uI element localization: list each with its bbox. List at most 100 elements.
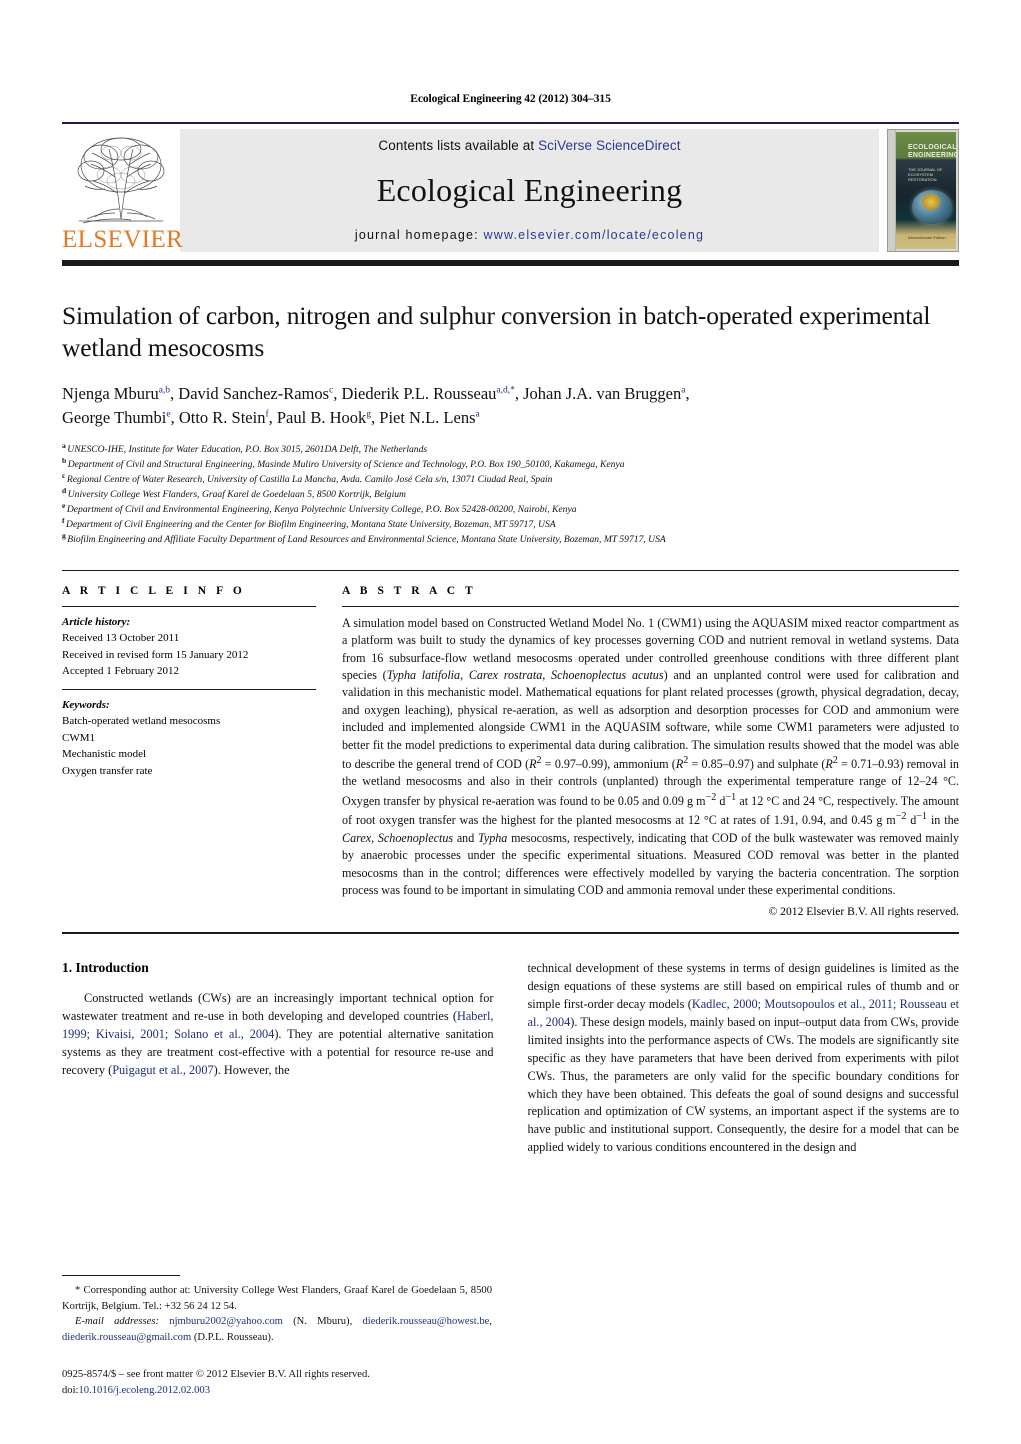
email-label: E-mail addresses: [75, 1316, 160, 1328]
citation-link[interactable]: Puigagut et al., 2007 [112, 1063, 213, 1077]
page-title: Simulation of carbon, nitrogen and sulph… [62, 301, 931, 363]
homepage-url[interactable]: www.elsevier.com/locate/ecoleng [484, 228, 705, 242]
footnote-star: * [75, 1285, 81, 1296]
email-addresses: E-mail addresses: njmburu2002@yahoo.com … [62, 1316, 492, 1343]
cover-footer: Internationale Edition [908, 235, 946, 240]
affiliation-list: a UNESCO-IHE, Institute for Water Educati… [62, 440, 959, 548]
intro-paragraph-left: Constructed wetlands (CWs) are an increa… [62, 990, 494, 1079]
affiliation-mark: g [62, 530, 66, 540]
keywords-label: Keywords: [62, 698, 110, 711]
author: Piet N.L. Lensa [379, 408, 479, 427]
affiliation-text: Department of Civil and Environmental En… [66, 503, 577, 515]
section-heading-introduction: 1. Introduction [62, 960, 149, 976]
author-name: Njenga Mburu [62, 384, 159, 404]
cover-insect-graphic [922, 194, 940, 210]
affiliation-text: Biofilm Engineering and Affiliate Facult… [67, 533, 666, 545]
cover-subtitle: THE JOURNAL OF ECOSYSTEM RESTORATION [908, 167, 943, 182]
intro-right-b: ). These design models, mainly based on … [527, 1015, 960, 1155]
elsevier-logo: ELSEVIER [62, 129, 184, 253]
title-block: Simulation of carbon, nitrogen and sulph… [62, 300, 959, 548]
keywords-block: Keywords: Batch-operated wetland mesocos… [62, 690, 316, 789]
intro-left-a: Constructed wetlands (CWs) are an increa… [62, 991, 494, 1024]
author: Diederik P.L. Rousseaua,d,* [342, 384, 515, 403]
author: David Sanchez-Ramosc [178, 384, 333, 403]
email-link[interactable]: diederik.rousseau@gmail.com [62, 1332, 191, 1343]
imprint-block: 0925-8574/$ – see front matter © 2012 El… [62, 1367, 370, 1399]
abstract-text: A simulation model based on Constructed … [342, 615, 960, 897]
journal-title: Ecological Engineering [376, 172, 683, 208]
affiliation-mark: e [62, 500, 66, 510]
issn-line: 0925-8574/$ – see front matter © 2012 El… [62, 1369, 370, 1380]
intro-paragraph-right: technical development of these systems i… [528, 960, 960, 1157]
journal-banner: Contents lists available at SciVerse Sci… [180, 129, 879, 252]
elsevier-tree-icon [62, 131, 180, 226]
history-accepted: Accepted 1 February 2012 [62, 665, 179, 678]
journal-header: ELSEVIER Contents lists available at Sci… [62, 122, 959, 252]
author-affil-mark: a,d,* [496, 385, 515, 396]
doi-link[interactable]: 10.1016/j.ecoleng.2012.02.003 [78, 1385, 210, 1396]
affiliation: d University College West Flanders, Graaf… [62, 485, 959, 503]
elsevier-wordmark: ELSEVIER [62, 226, 184, 253]
affiliation-text: UNESCO-IHE, Institute for Water Educatio… [67, 444, 428, 456]
affiliation: b Department of Civil and Structural Engi… [62, 455, 959, 473]
footnote-block: * Corresponding author at: University Co… [62, 1275, 492, 1345]
corresponding-author-text: Corresponding author at: University Coll… [62, 1285, 492, 1312]
article-history-label: Article history: [62, 615, 131, 628]
email-link[interactable]: njmburu2002@yahoo.com [169, 1316, 283, 1327]
affiliation-text: Department of Civil Engineering and the … [66, 518, 556, 530]
author-name: Piet N.L. Lens [379, 407, 476, 427]
author-name: Paul B. Hook [276, 407, 367, 427]
body-columns: 1. Introduction Constructed wetlands (CW… [62, 960, 959, 1157]
author: Johan J.A. van Bruggena [523, 384, 685, 403]
abstract-heading: A B S T R A C T [342, 584, 477, 597]
contents-line: Contents lists available at SciVerse Sci… [378, 138, 680, 153]
author-affil-mark: a,b [158, 385, 171, 396]
email-owner-2: (D.P.L. Rousseau). [193, 1331, 274, 1343]
affiliation-mark: a [62, 440, 66, 450]
keyword-item: CWM1 [62, 731, 95, 744]
keyword-item: Oxygen transfer rate [62, 764, 153, 777]
author: Paul B. Hookg [277, 408, 371, 427]
history-received: Received 13 October 2011 [62, 632, 180, 645]
author-name: David Sanchez-Ramos [178, 384, 330, 404]
author-name: Otto R. Stein [178, 407, 266, 427]
affiliation-text: University College West Flanders, Graaf … [67, 488, 406, 500]
journal-homepage-line: journal homepage: www.elsevier.com/locat… [355, 228, 704, 242]
abstract-copyright: © 2012 Elsevier B.V. All rights reserved… [768, 905, 959, 919]
article-history: Article history: Received 13 October 201… [62, 607, 316, 689]
cover-art: ECOLOGICAL ENGINEERING THE JOURNAL OF EC… [896, 132, 959, 249]
affiliation: c Regional Centre of Water Research, Univ… [62, 470, 959, 488]
affiliation: g Biofilm Engineering and Affiliate Facul… [62, 530, 959, 548]
article-info-column: A R T I C L E I N F O Article history: R… [62, 571, 334, 919]
history-revised: Received in revised form 15 January 2012 [62, 648, 249, 661]
header-bottom-rule [62, 260, 959, 266]
abstract-bottom-rule [62, 932, 959, 935]
abstract-column: A B S T R A C T A simulation model based… [334, 571, 960, 919]
email-link[interactable]: diederik.rousseau@howest.be [362, 1316, 489, 1327]
keyword-item: Batch-operated wetland mesocosms [62, 715, 221, 728]
affiliation-text: Regional Centre of Water Research, Unive… [66, 474, 553, 485]
cover-title: ECOLOGICAL ENGINEERING [908, 144, 959, 160]
affiliation-text: Department of Civil and Structural Engin… [67, 459, 625, 471]
journal-cover-thumbnail: ECOLOGICAL ENGINEERING THE JOURNAL OF EC… [887, 129, 959, 252]
affiliation-mark: b [62, 455, 67, 465]
contents-prefix: Contents lists available at [378, 138, 539, 153]
author: Otto R. Steinf [179, 408, 269, 427]
affiliation-mark: c [62, 470, 66, 480]
homepage-prefix: journal homepage: [354, 228, 484, 242]
corresponding-author-note: * Corresponding author at: University Co… [62, 1283, 492, 1314]
author-name: Johan J.A. van Bruggen [523, 384, 682, 404]
affiliation-mark: d [62, 485, 67, 495]
paper-page: Ecological Engineering 42 (2012) 304–315 [0, 93, 1021, 1444]
doi-label: doi: [62, 1384, 79, 1396]
footnote-rule [62, 1275, 180, 1276]
body-column-left: 1. Introduction Constructed wetlands (CW… [62, 960, 494, 1157]
sciencedirect-link[interactable]: SciVerse ScienceDirect [538, 138, 681, 153]
author-affil-mark: a [475, 409, 480, 420]
affiliation-mark: f [62, 515, 65, 525]
intro-left-c: ). However, the [213, 1062, 290, 1077]
running-head: Ecological Engineering 42 (2012) 304–315 [410, 93, 611, 105]
email-owner-1: (N. Mburu), [293, 1316, 353, 1328]
body-column-right: technical development of these systems i… [528, 960, 960, 1157]
keyword-item: Mechanistic model [62, 748, 147, 761]
